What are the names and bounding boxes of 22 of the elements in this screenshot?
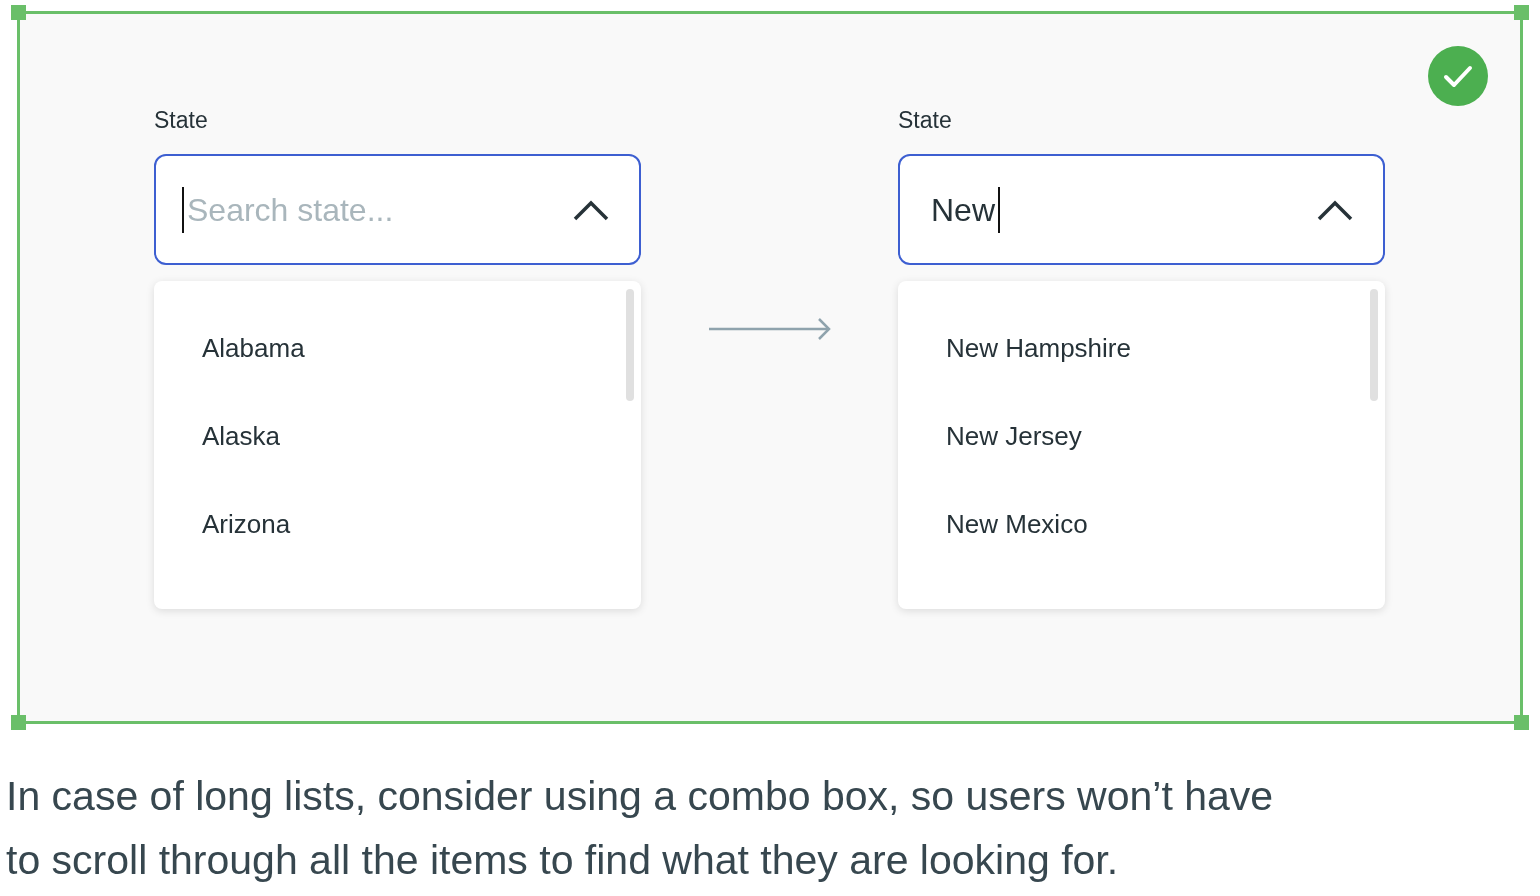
field-label: State [154, 106, 209, 134]
scrollbar-thumb[interactable] [626, 289, 634, 401]
combo-box-field[interactable]: New [898, 154, 1385, 265]
check-circle-icon [1428, 46, 1488, 106]
scrollbar-thumb[interactable] [1370, 289, 1378, 401]
chevron-up-icon[interactable] [573, 198, 609, 221]
arrow-right-icon [707, 317, 832, 341]
dropdown-option[interactable]: Alabama [202, 333, 641, 363]
dropdown-option[interactable]: Arizona [202, 509, 641, 539]
corner-handle[interactable] [11, 5, 26, 20]
corner-handle[interactable] [1514, 5, 1529, 20]
corner-handle[interactable] [11, 715, 26, 730]
chevron-up-icon[interactable] [1317, 198, 1353, 221]
dropdown-option[interactable]: New Mexico [946, 509, 1385, 539]
corner-handle[interactable] [1514, 715, 1529, 730]
dropdown-option[interactable]: New Jersey [946, 421, 1385, 451]
text-cursor [182, 186, 184, 233]
dropdown-option[interactable]: New Hampshire [946, 333, 1385, 363]
caption-text: In case of long lists, consider using a combo box, so users won’t have to scroll through all the items to find what they are looking for. [6, 772, 1275, 885]
field-label: State [898, 106, 953, 134]
text-cursor [998, 186, 1000, 233]
dropdown-option[interactable]: Alaska [202, 421, 641, 451]
